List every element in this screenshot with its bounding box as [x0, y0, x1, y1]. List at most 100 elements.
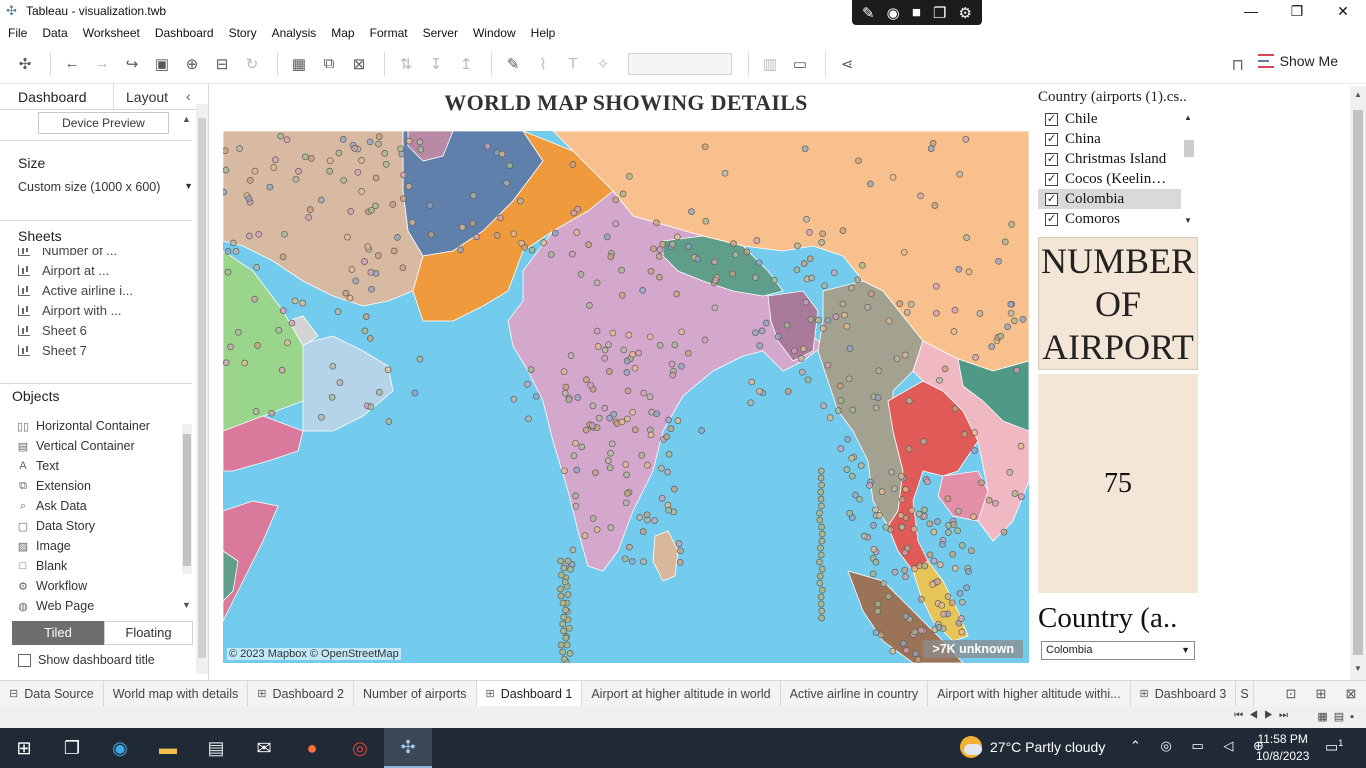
airport-marker[interactable] [640, 389, 648, 397]
airport-marker[interactable] [936, 376, 943, 384]
airport-marker[interactable] [643, 511, 651, 519]
airport-marker[interactable] [885, 593, 892, 600]
airport-marker[interactable] [656, 341, 664, 349]
airport-marker[interactable] [361, 327, 369, 335]
airport-marker[interactable] [405, 183, 413, 190]
airport-marker[interactable] [272, 156, 279, 164]
menu-dashboard[interactable]: Dashboard [155, 26, 214, 40]
airport-marker[interactable] [826, 414, 834, 422]
airport-marker[interactable] [915, 510, 923, 518]
airport-marker[interactable] [601, 404, 609, 412]
sheet-item[interactable]: Sheet 6 [18, 320, 188, 340]
airport-marker[interactable] [930, 557, 938, 565]
menu-map[interactable]: Map [331, 26, 354, 40]
airport-marker[interactable] [667, 425, 675, 432]
airport-marker[interactable] [631, 364, 639, 372]
airport-marker[interactable] [926, 551, 934, 559]
airport-marker[interactable] [307, 155, 315, 162]
airport-marker[interactable] [382, 160, 390, 168]
airport-marker[interactable] [817, 544, 824, 552]
checkbox-checked-icon[interactable]: ✓ [1045, 172, 1058, 186]
fix-axes-icon[interactable]: ✧ [590, 51, 616, 77]
airport-marker[interactable] [818, 607, 826, 615]
airport-marker[interactable] [560, 655, 568, 663]
airport-marker[interactable] [935, 624, 943, 631]
show-title-checkbox[interactable] [18, 653, 31, 667]
airport-marker[interactable] [246, 177, 254, 184]
airport-marker[interactable] [701, 143, 709, 151]
airport-marker[interactable] [800, 260, 808, 267]
airport-marker[interactable] [800, 345, 807, 353]
airport-marker[interactable] [569, 546, 577, 554]
airport-marker[interactable] [625, 331, 633, 339]
airport-marker[interactable] [588, 422, 596, 429]
airport-marker[interactable] [872, 558, 880, 566]
airport-marker[interactable] [939, 541, 946, 548]
airport-marker[interactable] [677, 547, 684, 555]
scrollbar-thumb[interactable] [1353, 110, 1363, 655]
swap-rows-columns-icon[interactable]: ⇅ [393, 51, 419, 77]
airport-marker[interactable] [525, 415, 532, 423]
airport-marker[interactable] [903, 308, 911, 316]
checkbox-checked-icon[interactable]: ✓ [1045, 132, 1058, 146]
airport-marker[interactable] [944, 593, 952, 600]
airport-marker[interactable] [961, 430, 968, 438]
airport-marker[interactable] [644, 461, 651, 469]
airport-marker[interactable] [567, 566, 574, 573]
airport-marker[interactable] [839, 300, 847, 308]
airport-marker[interactable] [517, 197, 524, 205]
airport-marker[interactable] [852, 491, 859, 499]
airport-marker[interactable] [390, 247, 398, 255]
airport-marker[interactable] [236, 145, 243, 152]
airport-marker[interactable] [936, 561, 944, 568]
airport-marker[interactable] [821, 282, 828, 290]
mail-icon[interactable]: ✉ [240, 728, 288, 768]
airport-marker[interactable] [914, 656, 922, 663]
airport-marker[interactable] [872, 404, 880, 412]
airport-marker[interactable] [951, 306, 959, 314]
airport-marker[interactable] [376, 388, 383, 396]
tiled-button[interactable]: Tiled [12, 621, 104, 645]
airport-marker[interactable] [665, 416, 672, 424]
airport-marker[interactable] [839, 227, 847, 234]
airport-marker[interactable] [1017, 442, 1025, 450]
airport-marker[interactable] [609, 329, 617, 337]
airport-marker[interactable] [348, 266, 356, 273]
airport-marker[interactable] [566, 650, 574, 657]
airport-marker[interactable] [898, 523, 906, 531]
airport-marker[interactable] [374, 252, 382, 259]
sort-descending-icon[interactable]: ↥ [453, 51, 479, 77]
airport-marker[interactable] [665, 450, 673, 458]
airport-marker[interactable] [867, 290, 875, 298]
airport-marker[interactable] [622, 499, 630, 507]
airport-marker[interactable] [816, 558, 823, 566]
airport-marker[interactable] [694, 255, 702, 263]
airport-marker[interactable] [251, 167, 259, 175]
airport-marker[interactable] [917, 626, 925, 634]
edge-browser-icon[interactable]: ◉ [96, 728, 144, 768]
airport-marker[interactable] [901, 549, 909, 557]
sheet-navigation-icons[interactable]: ⏮◀▶⏭ [1234, 710, 1294, 721]
airport-marker[interactable] [1017, 493, 1025, 500]
airport-marker[interactable] [926, 520, 934, 528]
airport-marker[interactable] [843, 466, 851, 473]
replay-icon[interactable]: ↪ [119, 51, 145, 77]
airport-marker[interactable] [557, 592, 565, 600]
airport-marker[interactable] [601, 346, 609, 354]
airport-marker[interactable] [818, 565, 826, 573]
airport-marker[interactable] [527, 366, 535, 373]
airport-marker[interactable] [985, 496, 993, 504]
airport-marker[interactable] [818, 502, 825, 510]
airport-marker[interactable] [577, 271, 585, 278]
airport-marker[interactable] [1019, 316, 1027, 323]
dashboard-vertical-scrollbar[interactable]: ▲ ▼ [1350, 86, 1366, 680]
airport-marker[interactable] [756, 387, 763, 395]
airport-marker[interactable] [747, 399, 755, 407]
airport-marker[interactable] [608, 440, 616, 448]
airport-marker[interactable] [306, 206, 314, 213]
airport-marker[interactable] [1007, 309, 1015, 317]
menu-analysis[interactable]: Analysis [272, 26, 317, 40]
airport-marker[interactable] [819, 230, 826, 238]
airport-marker[interactable] [818, 530, 826, 538]
airport-marker[interactable] [1008, 221, 1015, 228]
